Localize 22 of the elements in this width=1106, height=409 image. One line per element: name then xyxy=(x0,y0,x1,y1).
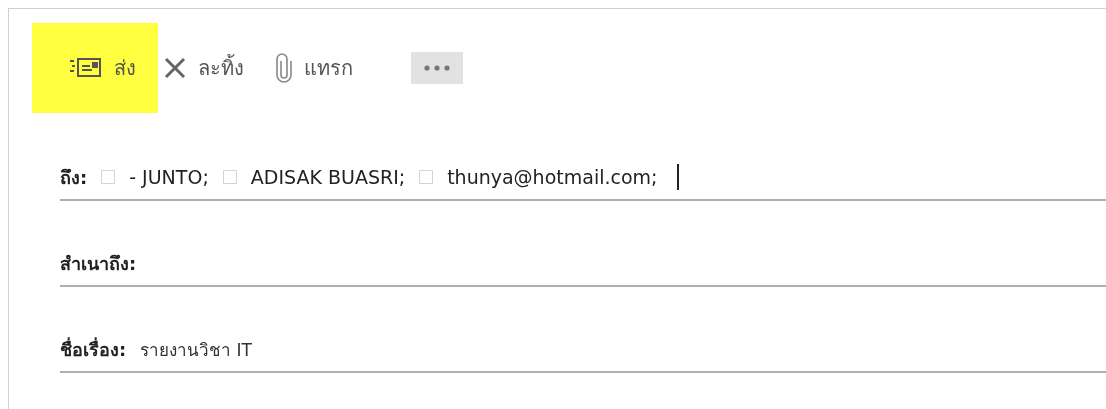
recipient-checkbox[interactable] xyxy=(222,170,237,184)
subject-label: ชื่อเรื่อง: xyxy=(60,336,127,362)
subject-value: รายงานวิชา IT xyxy=(140,338,252,362)
attach-button[interactable]: แทรก xyxy=(276,23,385,113)
ellipsis-icon xyxy=(424,65,450,71)
more-button[interactable] xyxy=(411,52,463,84)
to-field[interactable]: ถึง: - JUNTO; ADISAK BUASRI; thunya@hotmail.com; xyxy=(60,155,1106,201)
recipient-name[interactable]: ADISAK BUASRI; xyxy=(250,166,406,188)
recipient-checkbox[interactable] xyxy=(101,170,116,184)
close-icon xyxy=(164,57,186,79)
recipient-checkbox[interactable] xyxy=(419,170,434,184)
cc-field[interactable]: สำเนาถึง: xyxy=(60,241,1106,287)
paperclip-icon xyxy=(276,53,292,83)
discard-button[interactable]: ละทิ้ง xyxy=(164,23,276,113)
cc-label: สำเนาถึง: xyxy=(60,251,137,276)
recipient-name[interactable]: - JUNTO; xyxy=(129,166,209,188)
send-button[interactable]: ส่ง xyxy=(32,23,158,113)
send-icon xyxy=(68,57,102,79)
to-label: ถึง: xyxy=(60,165,88,190)
recipient-name[interactable]: thunya@hotmail.com; xyxy=(447,166,658,188)
subject-field[interactable]: ชื่อเรื่อง: รายงานวิชา IT xyxy=(60,327,1106,373)
text-cursor xyxy=(677,164,680,190)
